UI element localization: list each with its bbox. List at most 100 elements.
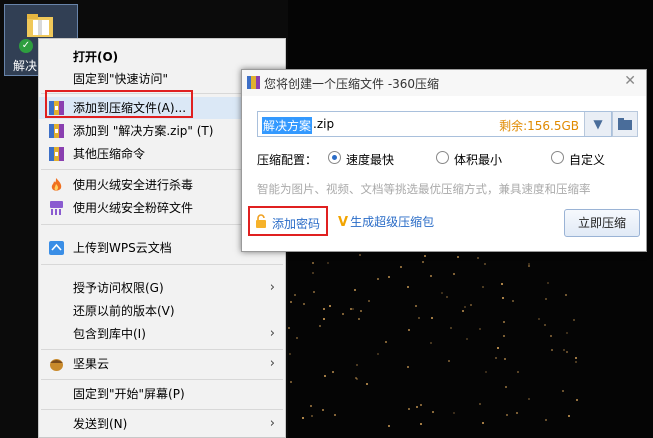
radio-label-fastest[interactable]: 速度最快: [346, 151, 394, 168]
sparkle-dot: [377, 278, 379, 280]
sparkle-dot: [430, 275, 432, 277]
menu-item-label: 授予访问权限(G): [73, 281, 164, 295]
sparkle-dot: [566, 351, 568, 353]
sparkle-dot: [545, 419, 547, 421]
sparkle-dot: [400, 266, 402, 268]
sparkle-dot: [446, 296, 448, 298]
compress-hint-text: 智能为图片、视频、文档等挑选最优压缩方式，兼具速度和压缩率: [257, 182, 591, 196]
sparkle-dot: [368, 300, 370, 302]
menu-item-nutstore[interactable]: 坚果云 ›: [39, 353, 285, 375]
sparkle-dot: [416, 406, 418, 408]
sparkle-dot: [502, 297, 504, 299]
sparkle-dot: [545, 298, 547, 300]
radio-label-custom[interactable]: 自定义: [569, 151, 605, 168]
sparkle-dot: [528, 398, 530, 400]
menu-item-label: 添加到 "解决方案.zip" (T): [73, 124, 214, 138]
compress-dialog: 您将创建一个压缩文件 -360压缩 ✕ 解决方案 .zip 剩余:156.5GB…: [241, 69, 647, 252]
sparkle-dot: [432, 411, 434, 413]
sparkle-dot: [538, 318, 540, 320]
sync-check-icon: ✓: [19, 39, 33, 53]
sparkle-dot: [359, 254, 361, 256]
archive-name-input[interactable]: 解决方案 .zip 剩余:156.5GB ▼: [257, 111, 612, 137]
sparkle-dot: [503, 321, 505, 323]
folder-icon: [618, 118, 632, 130]
sparkle-dot: [512, 300, 514, 302]
radio-custom[interactable]: [551, 151, 564, 164]
sparkle-dot: [289, 353, 291, 355]
close-icon[interactable]: ✕: [624, 73, 636, 89]
chevron-right-icon: ›: [269, 326, 275, 341]
sparkle-dot: [503, 335, 505, 337]
menu-item-label: 固定到"快速访问": [73, 72, 169, 86]
huorong-flame-icon: [51, 178, 62, 191]
menu-item-label: 发送到(N): [73, 417, 128, 431]
radio-fastest[interactable]: [328, 151, 341, 164]
add-password-label: 添加密码: [272, 217, 321, 231]
menu-item-label: 固定到"开始"屏幕(P): [73, 387, 185, 401]
menu-item-pin-start[interactable]: 固定到"开始"屏幕(P): [39, 383, 285, 405]
radio-label-smallest[interactable]: 体积最小: [454, 151, 502, 168]
sparkle-dot: [322, 409, 324, 411]
sparkle-dot: [420, 423, 422, 425]
menu-item-send-to[interactable]: 发送到(N) ›: [39, 413, 285, 435]
sparkle-dot: [528, 265, 530, 267]
sparkle-dot: [457, 256, 459, 258]
sparkle-dot: [342, 313, 344, 315]
sparkle-dot: [388, 276, 390, 278]
vip-v-icon: V: [338, 215, 349, 230]
sparkle-dot: [313, 291, 315, 293]
sparkle-dot: [296, 337, 298, 339]
sparkle-dot: [408, 408, 410, 410]
sparkle-dot: [355, 377, 357, 379]
sparkle-dot: [408, 329, 410, 331]
menu-item-open[interactable]: 打开(O): [39, 46, 285, 68]
sparkle-dot: [501, 283, 503, 285]
wps-cloud-icon: [49, 241, 64, 255]
menu-item-restore-versions[interactable]: 还原以前的版本(V): [39, 300, 285, 322]
sparkle-dot: [464, 306, 466, 308]
browse-folder-button[interactable]: [612, 111, 638, 137]
360zip-app-icon: [247, 76, 260, 89]
sparkle-dot: [470, 304, 472, 306]
shredder-icon: [50, 201, 63, 215]
add-password-link[interactable]: 添加密码: [248, 206, 328, 236]
sparkle-dot: [544, 324, 546, 326]
menu-item-label: 坚果云: [73, 357, 110, 371]
sparkle-dot: [377, 353, 379, 355]
sparkle-dot: [547, 282, 549, 284]
chevron-down-icon[interactable]: ▼: [584, 112, 611, 136]
menu-separator: [41, 409, 283, 410]
sparkle-dot: [312, 262, 314, 264]
menu-separator: [41, 379, 283, 380]
menu-item-grant-access[interactable]: 授予访问权限(G) ›: [39, 277, 285, 299]
sparkle-dot: [385, 341, 387, 343]
sparkle-dot: [482, 286, 484, 288]
sparkle-dot: [441, 292, 443, 294]
zip-archive-icon: [49, 147, 64, 161]
sparkle-dot: [497, 347, 499, 349]
sparkle-dot: [450, 327, 452, 329]
sparkle-dot: [448, 360, 450, 362]
menu-item-label: 其他压缩命令: [73, 147, 146, 161]
sparkle-dot: [420, 404, 422, 406]
radio-smallest[interactable]: [436, 151, 449, 164]
menu-separator: [41, 264, 283, 265]
sparkle-dot: [334, 414, 336, 416]
sparkle-dot: [288, 327, 290, 329]
sparkle-dot: [415, 305, 417, 307]
sparkle-dot: [482, 422, 484, 424]
sparkle-dot: [323, 318, 325, 320]
compress-now-button[interactable]: 立即压缩: [564, 209, 640, 237]
wallpaper-sparkles: [288, 230, 588, 438]
menu-item-include-library[interactable]: 包含到库中(I) ›: [39, 323, 285, 345]
sparkle-dot: [431, 317, 433, 319]
sparkle-dot: [485, 371, 487, 373]
sparkle-dot: [575, 357, 577, 359]
dialog-titlebar[interactable]: 您将创建一个压缩文件 -360压缩 ✕: [242, 70, 646, 96]
sparkle-dot: [462, 310, 464, 312]
sparkle-dot: [576, 399, 578, 401]
sparkle-dot: [422, 261, 424, 263]
sparkle-dot: [550, 335, 552, 337]
zip-archive-icon: [49, 124, 64, 138]
create-super-archive-link[interactable]: V 生成超级压缩包: [338, 213, 434, 230]
